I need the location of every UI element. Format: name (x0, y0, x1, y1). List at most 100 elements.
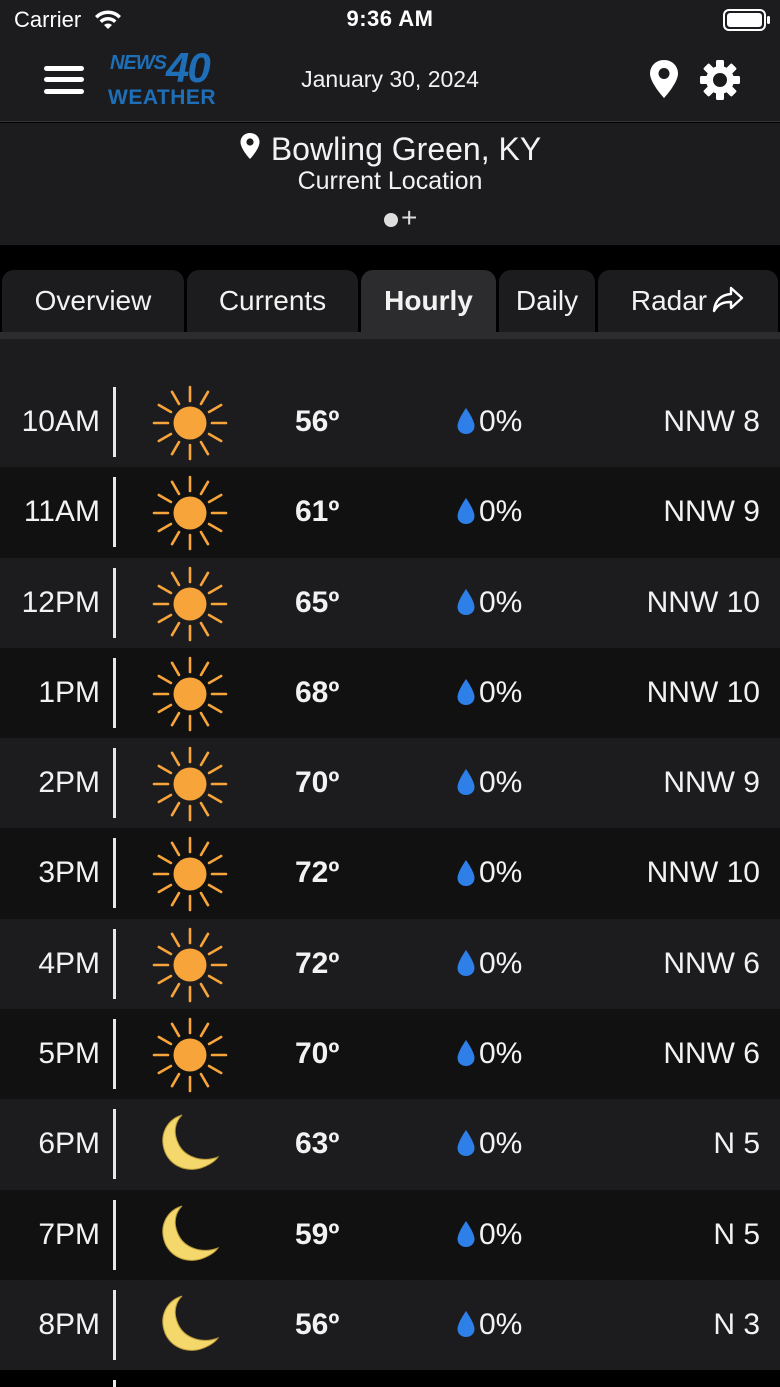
hour-label: 1PM (38, 675, 100, 709)
row-separator (113, 838, 116, 909)
hourly-row[interactable]: 6PM 63º 0% N 5 (0, 1099, 780, 1190)
sun-icon (152, 656, 228, 732)
location-title[interactable]: Bowling Green, KY (0, 131, 780, 168)
wind-value: N 5 (713, 1127, 760, 1161)
hourly-row[interactable]: 3PM 72º 0% NNW 10 (0, 828, 780, 919)
hour-label: 8PM (38, 1307, 100, 1341)
moon-icon (162, 1114, 220, 1171)
temperature-value: 68º (295, 675, 340, 709)
precip-drop-icon (457, 1040, 475, 1067)
hourly-row[interactable]: 2PM 70º 0% NNW 9 (0, 738, 780, 829)
precip-value: 0% (456, 828, 522, 918)
precip-value: 0% (456, 738, 522, 828)
temperature-value: 72º (295, 856, 340, 890)
hour-label: 12PM (21, 585, 100, 619)
temperature-value: 56º (295, 405, 340, 438)
precip-percent: 0% (479, 1307, 523, 1341)
temperature-value: 63º (295, 1127, 340, 1161)
tab-radar[interactable]: Radar (598, 270, 778, 334)
precip-drop-icon (457, 408, 475, 435)
battery-icon (723, 9, 770, 31)
row-separator (113, 477, 116, 548)
hour-label: 5PM (38, 1037, 100, 1071)
precip-drop-icon (457, 1130, 475, 1157)
row-separator (113, 1289, 116, 1360)
hourly-row[interactable]: 8PM 56º 0% N 3 (0, 1279, 780, 1371)
wind-value: N 5 (713, 1217, 760, 1251)
temperature-value: 65º (295, 585, 340, 619)
hourly-row[interactable]: 4PM 72º 0% NNW 6 (0, 918, 780, 1010)
precip-value: 0% (456, 467, 522, 557)
row-separator (113, 1199, 116, 1270)
precip-value: 0% (456, 648, 522, 738)
precip-percent: 0% (479, 1217, 523, 1251)
row-separator (113, 928, 116, 999)
precip-drop-icon (457, 949, 475, 976)
wind-value: N 3 (713, 1307, 760, 1341)
precip-percent: 0% (479, 495, 523, 529)
precip-value: 0% (456, 558, 522, 648)
row-separator (113, 1380, 116, 1387)
precip-drop-icon (457, 769, 475, 796)
hour-label: 6PM (38, 1127, 100, 1161)
wind-value: NNW 10 (646, 675, 760, 709)
precip-percent: 0% (479, 946, 523, 980)
precip-value: 0% (456, 1009, 522, 1099)
hourly-forecast-list: 10AM 56º 0% NNW 8 11AM 61º 0% NNW 9 12PM 6… (0, 377, 780, 1371)
precip-percent: 0% (479, 585, 523, 619)
hour-label: 2PM (38, 766, 100, 800)
location-panel: Bowling Green, KY Current Location + (0, 123, 780, 245)
status-time: 9:36 AM (346, 6, 434, 31)
hourly-row[interactable]: 12PM 65º 0% NNW 10 (0, 557, 780, 648)
precip-percent: 0% (479, 675, 523, 709)
wind-value: NNW 6 (663, 1037, 760, 1071)
hour-label: 10AM (21, 405, 100, 438)
add-location-button[interactable]: + (401, 204, 417, 232)
tab-bar: Overview Currents Hourly Daily Radar (0, 268, 780, 334)
tab-hourly[interactable]: Hourly (361, 270, 496, 334)
temperature-value: 72º (295, 946, 340, 980)
precip-percent: 0% (479, 766, 523, 800)
precip-drop-icon (457, 1220, 475, 1247)
hour-label: 7PM (38, 1217, 100, 1251)
row-separator (113, 1109, 116, 1180)
hour-label: 11AM (23, 495, 100, 529)
hourly-list-header-spacer (0, 339, 780, 377)
precip-percent: 0% (479, 1127, 523, 1161)
sun-icon (152, 475, 228, 551)
sun-icon (152, 566, 228, 641)
row-separator (113, 1019, 116, 1090)
status-bar: Carrier 9:36 AM (0, 0, 780, 40)
precip-drop-icon (457, 1311, 475, 1338)
row-separator (113, 657, 116, 728)
precip-value: 0% (456, 377, 522, 467)
hourly-row[interactable]: 1PM 68º 0% NNW 10 (0, 647, 780, 739)
hourly-row[interactable]: 10AM 56º 0% NNW 8 (0, 377, 780, 468)
tab-daily[interactable]: Daily (499, 270, 595, 334)
tab-currents[interactable]: Currents (187, 270, 358, 334)
wind-value: NNW 9 (663, 495, 760, 529)
tab-overview[interactable]: Overview (2, 270, 184, 334)
tab-radar-label: Radar (630, 285, 708, 316)
precip-percent: 0% (479, 1037, 523, 1071)
wind-value: NNW 8 (663, 405, 760, 438)
moon-icon (162, 1205, 220, 1261)
gear-icon[interactable] (699, 59, 741, 101)
hourly-row[interactable]: 5PM 70º 0% NNW 6 (0, 1009, 780, 1100)
moon-icon (162, 1295, 220, 1351)
location-marker-icon (240, 132, 260, 159)
page-indicator-dot[interactable] (384, 213, 398, 227)
precip-drop-icon (457, 498, 475, 525)
precip-percent: 0% (479, 856, 523, 890)
wind-value: NNW 10 (646, 856, 760, 890)
location-name: Bowling Green, KY (270, 131, 542, 167)
wind-value: NNW 6 (663, 946, 760, 980)
hour-label: 4PM (38, 946, 100, 980)
app-root: Carrier 9:36 AM NEWS 40 WEATHER January … (0, 0, 780, 1387)
location-pin-icon[interactable] (648, 59, 680, 99)
temperature-value: 70º (295, 766, 340, 800)
sun-icon (152, 385, 228, 461)
hourly-row[interactable]: 11AM 61º 0% NNW 9 (0, 467, 780, 558)
precip-value: 0% (456, 1190, 522, 1280)
hourly-row[interactable]: 7PM 59º 0% N 5 (0, 1189, 780, 1280)
